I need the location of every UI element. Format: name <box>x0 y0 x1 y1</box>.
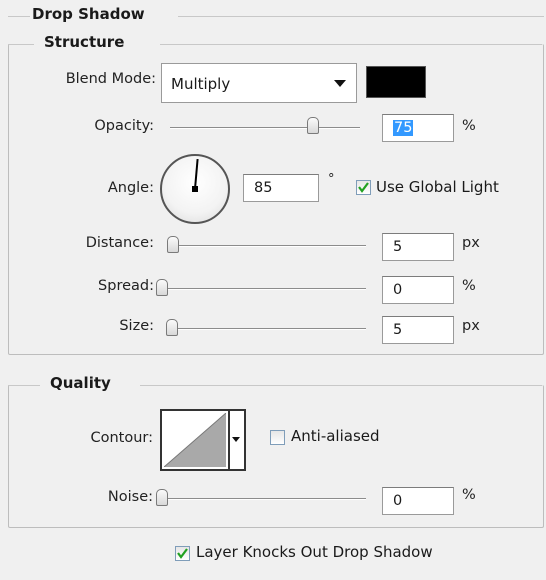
distance-unit: px <box>462 235 480 251</box>
anti-aliased-label[interactable]: Anti-aliased <box>291 427 380 445</box>
size-label: Size: <box>119 318 154 334</box>
size-slider-track[interactable] <box>168 328 366 329</box>
contour-divider <box>228 409 230 471</box>
distance-slider-track[interactable] <box>170 245 366 246</box>
spread-input[interactable]: 0 <box>382 276 454 304</box>
size-value: 5 <box>393 322 403 338</box>
layer-knocks-out-label[interactable]: Layer Knocks Out Drop Shadow <box>196 543 433 561</box>
blend-mode-value: Multiply <box>171 75 231 93</box>
noise-unit: % <box>462 487 476 503</box>
panel-rule-right <box>178 16 544 17</box>
noise-label: Noise: <box>107 489 153 505</box>
anti-aliased-checkbox[interactable] <box>270 430 285 445</box>
distance-slider-thumb[interactable] <box>167 236 180 253</box>
panel-title: Drop Shadow <box>32 5 145 23</box>
checkmark-icon <box>358 182 369 193</box>
size-unit: px <box>462 318 480 334</box>
chevron-down-icon <box>232 437 240 442</box>
spread-slider-track[interactable] <box>162 288 366 289</box>
noise-input[interactable]: 0 <box>382 487 454 515</box>
angle-needle <box>192 159 199 192</box>
blend-mode-label: Blend Mode: <box>65 71 156 87</box>
distance-label: Distance: <box>85 235 154 251</box>
opacity-value: 75 <box>393 120 414 136</box>
opacity-slider-track[interactable] <box>170 127 360 128</box>
distance-value: 5 <box>393 239 403 255</box>
spread-unit: % <box>462 278 476 294</box>
contour-picker[interactable] <box>160 409 246 471</box>
structure-rule-right <box>160 44 542 45</box>
structure-legend: Structure <box>40 33 129 51</box>
use-global-light-checkbox[interactable] <box>356 180 371 195</box>
size-slider-thumb[interactable] <box>165 319 178 336</box>
angle-input[interactable]: 85 <box>243 174 319 202</box>
quality-rule-left <box>8 385 40 386</box>
blend-mode-select[interactable]: Multiply <box>161 63 357 103</box>
contour-preview-icon <box>164 413 226 467</box>
panel-rule-left <box>8 16 30 17</box>
use-global-light-label[interactable]: Use Global Light <box>376 178 499 196</box>
noise-value: 0 <box>393 493 403 509</box>
angle-unit: ° <box>328 172 335 187</box>
opacity-unit: % <box>462 118 476 134</box>
noise-slider-thumb[interactable] <box>156 489 168 506</box>
shadow-color-swatch[interactable] <box>366 66 426 98</box>
angle-value: 85 <box>254 180 273 196</box>
quality-legend: Quality <box>46 374 115 392</box>
opacity-slider-thumb[interactable] <box>306 117 319 134</box>
opacity-input[interactable]: 75 <box>382 114 454 142</box>
quality-rule-right <box>140 385 542 386</box>
chevron-down-icon <box>334 80 346 87</box>
size-input[interactable]: 5 <box>382 316 454 344</box>
distance-input[interactable]: 5 <box>382 233 454 261</box>
quality-group <box>8 385 544 528</box>
checkmark-icon <box>177 548 188 559</box>
spread-value: 0 <box>393 282 403 298</box>
structure-rule-left <box>8 44 34 45</box>
noise-slider-track[interactable] <box>162 498 366 499</box>
spread-label: Spread: <box>98 278 154 294</box>
angle-label: Angle: <box>107 180 154 196</box>
opacity-label: Opacity: <box>94 118 154 134</box>
angle-dial[interactable] <box>160 154 230 224</box>
spread-slider-thumb[interactable] <box>156 279 168 296</box>
layer-knocks-out-checkbox[interactable] <box>175 546 190 561</box>
contour-label: Contour: <box>90 430 153 446</box>
